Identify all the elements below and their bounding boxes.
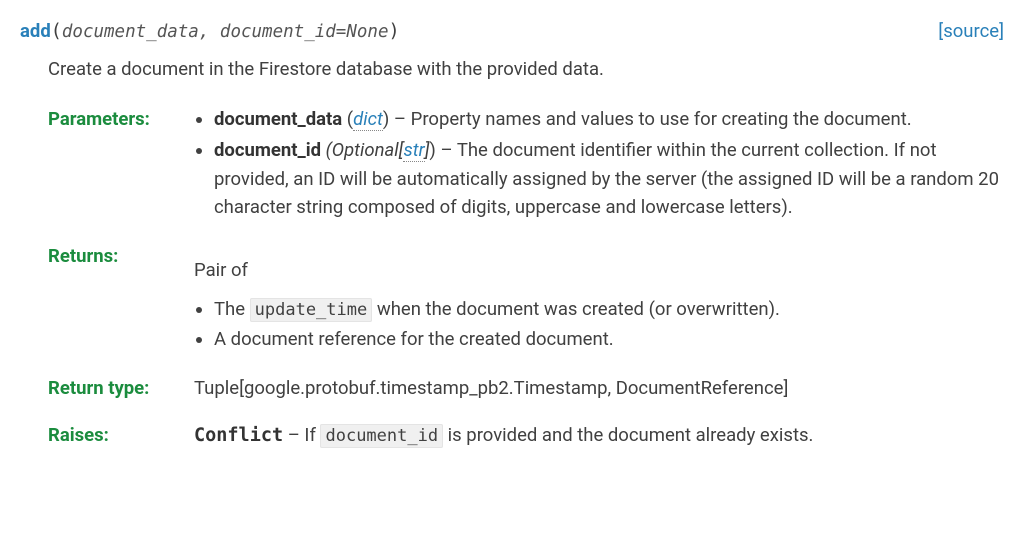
- parameters-label: Parameters:: [48, 105, 194, 134]
- raises-content: Conflict – If document_id is provided an…: [194, 421, 1004, 451]
- return-item: The update_time when the document was cr…: [214, 295, 1004, 324]
- paren-close: ): [389, 18, 400, 47]
- method-name: add: [20, 17, 51, 46]
- exception-name: Conflict: [194, 425, 283, 446]
- param-item: document_data (dict) – Property names an…: [214, 105, 1004, 134]
- returns-label: Returns:: [48, 242, 194, 271]
- raises-row: Raises: Conflict – If document_id is pro…: [48, 421, 1004, 451]
- parameters-content: document_data (dict) – Property names an…: [194, 105, 1004, 224]
- return-type-content: Tuple[google.protobuf.timestamp_pb2.Time…: [194, 374, 1004, 403]
- type-link-str[interactable]: str: [403, 139, 424, 162]
- method-summary: Create a document in the Firestore datab…: [48, 55, 1004, 84]
- method-body: Create a document in the Firestore datab…: [48, 55, 1004, 451]
- parameters-row: Parameters: document_data (dict) – Prope…: [48, 105, 1004, 224]
- param-name: document_data: [214, 108, 342, 130]
- method-header: add(document_data, document_id=None) sou…: [20, 17, 1004, 47]
- return-item: A document reference for the created doc…: [214, 325, 1004, 354]
- code-document-id: document_id: [320, 424, 443, 448]
- paren-open: (: [51, 18, 62, 47]
- returns-intro: Pair of: [194, 256, 1004, 285]
- code-update-time: update_time: [250, 298, 373, 322]
- raises-label: Raises:: [48, 421, 194, 450]
- type-link-dict[interactable]: dict: [353, 108, 383, 131]
- param-name: document_id: [214, 139, 321, 161]
- returns-row: Returns: Pair of The update_time when th…: [48, 242, 1004, 356]
- source-link[interactable]: source: [938, 17, 1004, 46]
- returns-content: Pair of The update_time when the documen…: [194, 242, 1004, 356]
- param-item: document_id (Optional[str]) – The docume…: [214, 136, 1004, 222]
- method-params: document_data, document_id=None: [62, 19, 389, 46]
- return-type-label: Return type:: [48, 374, 194, 403]
- return-type-row: Return type: Tuple[google.protobuf.times…: [48, 374, 1004, 403]
